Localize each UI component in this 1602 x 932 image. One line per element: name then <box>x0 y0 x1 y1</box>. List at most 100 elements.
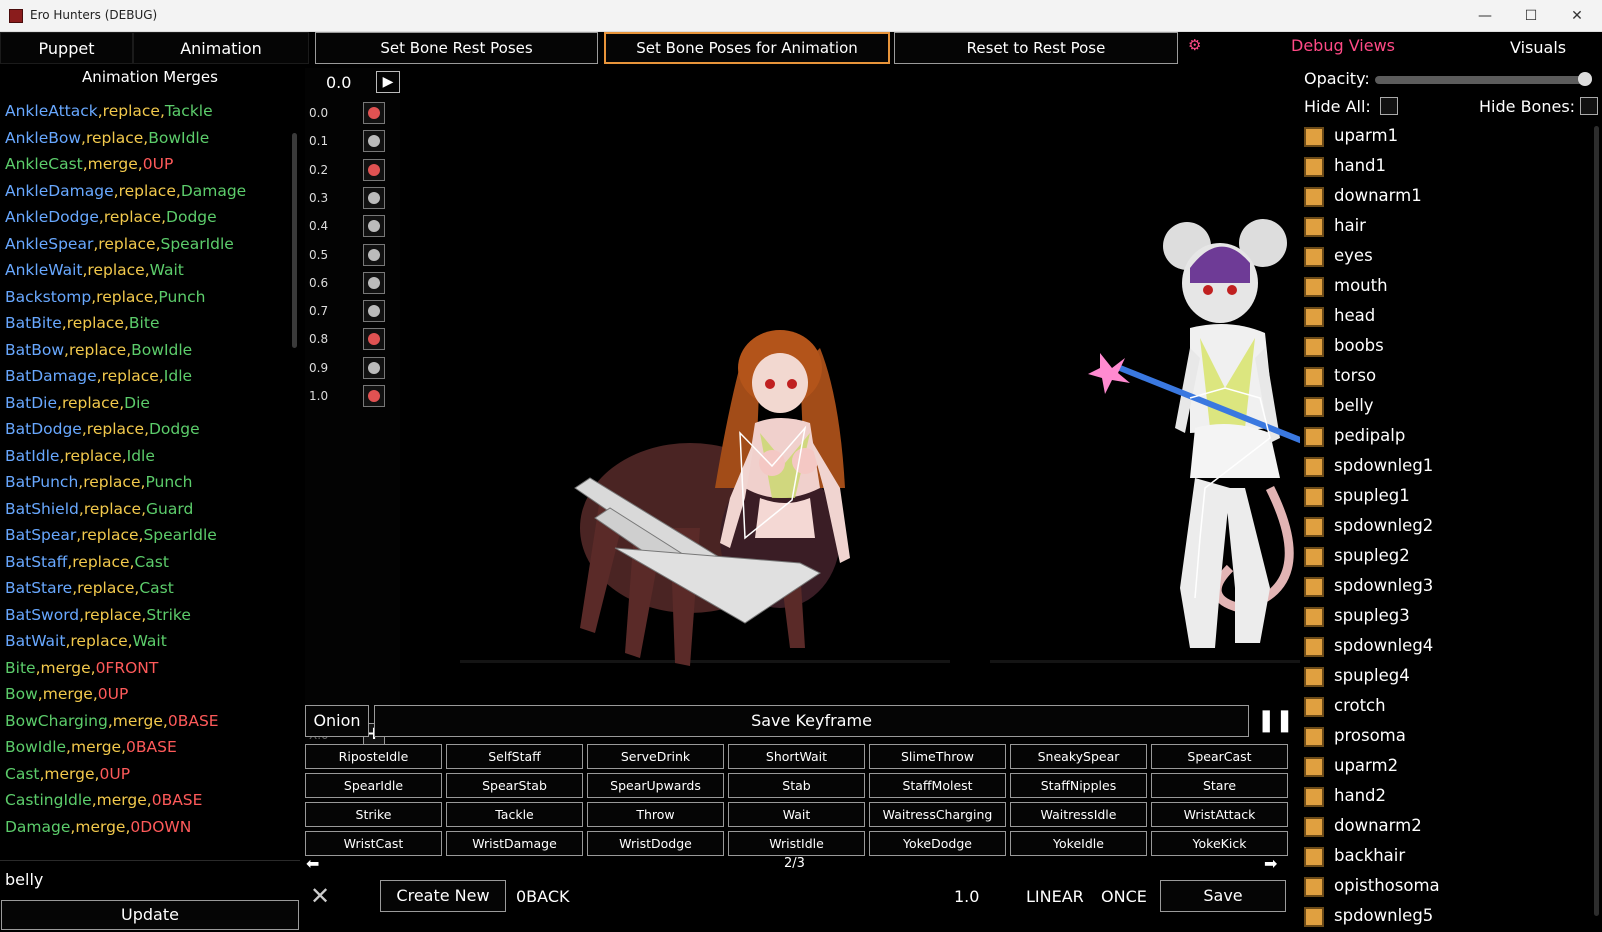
keyframe-row[interactable]: 0.2 <box>305 156 400 185</box>
keyframe-toggle[interactable] <box>363 356 385 379</box>
bone-row[interactable]: crotch <box>1304 692 1584 721</box>
bone-row[interactable]: uparm2 <box>1304 752 1584 781</box>
loop-mode-selector[interactable]: ONCE <box>1101 887 1147 906</box>
bone-visibility-checkbox[interactable] <box>1304 457 1324 477</box>
animation-button[interactable]: SpearCast <box>1151 744 1288 769</box>
keyframe-toggle[interactable] <box>363 130 385 153</box>
bone-row[interactable]: hand2 <box>1304 782 1584 811</box>
hide-all-checkbox[interactable] <box>1380 97 1398 115</box>
bone-row[interactable]: spdownleg1 <box>1304 452 1584 481</box>
set-bone-rest-poses-button[interactable]: Set Bone Rest Poses <box>315 32 598 64</box>
animation-button[interactable]: WristAttack <box>1151 802 1288 827</box>
merge-row[interactable]: BatPunch,replace,Punch <box>5 469 193 496</box>
keyframe-row[interactable]: 0.7 <box>305 297 400 326</box>
bone-visibility-checkbox[interactable] <box>1304 877 1324 897</box>
animation-button[interactable]: SpearUpwards <box>587 773 724 798</box>
animation-button[interactable]: RiposteIdle <box>305 744 442 769</box>
bone-row[interactable]: pedipalp <box>1304 422 1584 451</box>
merge-row[interactable]: BatBow,replace,BowIdle <box>5 337 192 364</box>
merges-scrollbar[interactable] <box>292 133 297 348</box>
bone-visibility-checkbox[interactable] <box>1304 277 1324 297</box>
bone-row[interactable]: spupleg3 <box>1304 602 1584 631</box>
animation-button[interactable]: SpearStab <box>446 773 583 798</box>
keyframe-toggle[interactable] <box>363 300 385 323</box>
animation-button[interactable]: YokeDodge <box>869 831 1006 856</box>
delete-icon[interactable]: ✕ <box>310 882 330 910</box>
keyframe-row[interactable]: 0.3 <box>305 184 400 213</box>
bone-visibility-checkbox[interactable] <box>1304 907 1324 927</box>
bone-row[interactable]: head <box>1304 302 1584 331</box>
keyframe-toggle[interactable] <box>363 215 385 238</box>
keyframe-toggle[interactable] <box>363 385 385 407</box>
bone-list[interactable]: uparm1 hand1 downarm1 hair eyes mouth head boob… <box>1300 122 1590 932</box>
merge-row[interactable]: AnkleAttack,replace,Tackle <box>5 98 213 125</box>
merge-row[interactable]: BatWait,replace,Wait <box>5 628 167 655</box>
animation-button[interactable]: Strike <box>305 802 442 827</box>
bone-row[interactable]: belly <box>1304 392 1584 421</box>
bone-visibility-checkbox[interactable] <box>1304 187 1324 207</box>
keyframe-toggle[interactable] <box>363 186 385 209</box>
animation-button[interactable]: ServeDrink <box>587 744 724 769</box>
bone-name-input[interactable]: belly <box>5 870 43 889</box>
opacity-slider[interactable] <box>1375 72 1592 86</box>
bone-row[interactable]: uparm1 <box>1304 122 1584 151</box>
merge-row[interactable]: AnkleDodge,replace,Dodge <box>5 204 217 231</box>
bone-visibility-checkbox[interactable] <box>1304 217 1324 237</box>
animation-button[interactable]: Wait <box>728 802 865 827</box>
animation-button[interactable]: YokeIdle <box>1010 831 1147 856</box>
bone-row[interactable]: spdownleg3 <box>1304 572 1584 601</box>
maximize-button[interactable]: ☐ <box>1509 4 1553 28</box>
bone-row[interactable]: eyes <box>1304 242 1584 271</box>
onion-button[interactable]: Onion <box>305 705 369 737</box>
bone-row[interactable]: torso <box>1304 362 1584 391</box>
bone-row[interactable]: prosoma <box>1304 722 1584 751</box>
merge-row[interactable]: BatBite,replace,Bite <box>5 310 159 337</box>
bone-visibility-checkbox[interactable] <box>1304 487 1324 507</box>
bone-row[interactable]: opisthosoma <box>1304 872 1584 901</box>
interpolation-selector[interactable]: LINEAR <box>1026 887 1084 906</box>
set-bone-poses-animation-button[interactable]: Set Bone Poses for Animation <box>604 32 890 64</box>
bone-visibility-checkbox[interactable] <box>1304 517 1324 537</box>
bone-visibility-checkbox[interactable] <box>1304 817 1324 837</box>
bone-visibility-checkbox[interactable] <box>1304 427 1324 447</box>
bone-row[interactable]: hair <box>1304 212 1584 241</box>
merge-row[interactable]: BatDamage,replace,Idle <box>5 363 192 390</box>
animation-button[interactable]: SelfStaff <box>446 744 583 769</box>
opacity-slider-knob[interactable] <box>1578 72 1592 86</box>
animation-button[interactable]: WristDodge <box>587 831 724 856</box>
close-window-button[interactable]: ✕ <box>1555 4 1599 28</box>
animation-button[interactable]: WaitressCharging <box>869 802 1006 827</box>
keyframe-toggle[interactable] <box>363 243 385 266</box>
keyframe-row[interactable]: 0.9 <box>305 354 400 383</box>
animation-button[interactable]: Stare <box>1151 773 1288 798</box>
keyframe-row[interactable]: 0.8 <box>305 325 400 354</box>
create-new-button[interactable]: Create New <box>380 880 506 912</box>
hide-bones-checkbox[interactable] <box>1580 97 1598 115</box>
merge-row[interactable]: BatShield,replace,Guard <box>5 496 193 523</box>
bone-visibility-checkbox[interactable] <box>1304 847 1324 867</box>
keyframe-row[interactable]: 0.6 <box>305 269 400 298</box>
merge-row[interactable]: BatDie,replace,Die <box>5 390 150 417</box>
merge-row[interactable]: AnkleWait,replace,Wait <box>5 257 184 284</box>
keyframe-row[interactable]: 0.1 <box>305 127 400 156</box>
merge-row[interactable]: CastingIdle,merge,0BASE <box>5 787 202 814</box>
animation-button[interactable]: WristIdle <box>728 831 865 856</box>
bone-visibility-checkbox[interactable] <box>1304 397 1324 417</box>
update-button[interactable]: Update <box>1 900 299 930</box>
bone-visibility-checkbox[interactable] <box>1304 667 1324 687</box>
bone-row[interactable]: boobs <box>1304 332 1584 361</box>
bone-visibility-checkbox[interactable] <box>1304 637 1324 657</box>
bone-visibility-checkbox[interactable] <box>1304 697 1324 717</box>
save-keyframe-button[interactable]: Save Keyframe <box>374 705 1249 737</box>
bone-visibility-checkbox[interactable] <box>1304 337 1324 357</box>
bone-row[interactable]: spupleg2 <box>1304 542 1584 571</box>
animation-button[interactable]: StaffNipples <box>1010 773 1147 798</box>
prev-page-icon[interactable]: ⬅ <box>306 854 319 873</box>
bone-visibility-checkbox[interactable] <box>1304 727 1324 747</box>
speed-field[interactable]: 1.0 <box>954 887 979 906</box>
bone-visibility-checkbox[interactable] <box>1304 787 1324 807</box>
animation-button[interactable]: YokeKick <box>1151 831 1288 856</box>
merge-row[interactable]: BatStare,replace,Cast <box>5 575 174 602</box>
play-button[interactable]: ▶ <box>376 71 400 93</box>
bone-visibility-checkbox[interactable] <box>1304 577 1324 597</box>
